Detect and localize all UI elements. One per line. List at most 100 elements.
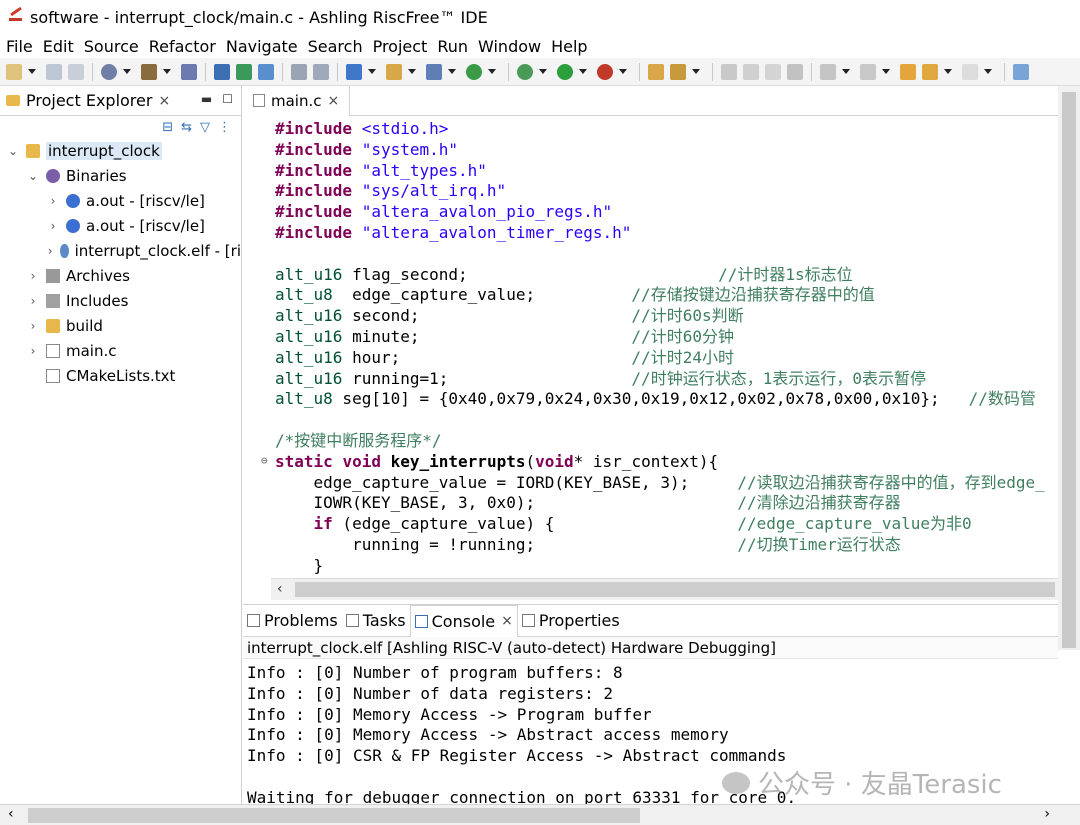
tab-tasks[interactable]: Tasks: [342, 605, 410, 637]
build-dropdown-icon[interactable]: [163, 69, 171, 74]
editor-horizontal-scrollbar[interactable]: ‹: [271, 578, 1058, 600]
code-area[interactable]: #include <stdio.h> #include "system.h" #in…: [243, 116, 1058, 578]
scroll-left-icon[interactable]: ‹: [8, 806, 14, 822]
prev-annotation-icon[interactable]: [860, 63, 876, 80]
chevron-right-icon[interactable]: ›: [26, 319, 40, 333]
settings-icon[interactable]: [101, 63, 117, 80]
chevron-right-icon[interactable]: ›: [46, 244, 54, 258]
back-icon[interactable]: [922, 63, 938, 80]
menu-navigate[interactable]: Navigate: [226, 37, 298, 56]
new-project-dropdown-icon[interactable]: [368, 69, 376, 74]
new-folder-icon[interactable]: [386, 63, 402, 80]
scroll-thumb[interactable]: [1062, 92, 1076, 648]
chevron-right-icon[interactable]: ›: [26, 269, 40, 283]
fold-collapse-icon[interactable]: ⊖: [261, 454, 268, 467]
run-dropdown-icon[interactable]: [579, 69, 587, 74]
new-folder-dropdown-icon[interactable]: [408, 69, 416, 74]
last-edit-icon[interactable]: [900, 63, 916, 80]
link-icon[interactable]: [258, 63, 274, 80]
tree-item-main-c[interactable]: › main.c: [0, 338, 241, 363]
scroll-thumb[interactable]: [28, 808, 640, 823]
build-all-icon[interactable]: [181, 63, 197, 80]
collapse-all-icon[interactable]: ⊟: [162, 120, 173, 135]
menu-help[interactable]: Help: [551, 37, 587, 56]
pilcrow-icon[interactable]: [787, 63, 803, 80]
chevron-down-icon[interactable]: ⌄: [26, 169, 40, 183]
open-type-icon[interactable]: [648, 63, 664, 80]
tree-item-includes[interactable]: › Includes: [0, 288, 241, 313]
debug-bug-icon[interactable]: [517, 63, 533, 80]
tree-item-build[interactable]: › build: [0, 313, 241, 338]
maximize-icon[interactable]: ☐: [222, 92, 233, 106]
prev-annotation-dropdown-icon[interactable]: [882, 69, 890, 74]
forward-dropdown-icon[interactable]: [984, 69, 992, 74]
save-icon[interactable]: [46, 63, 62, 80]
scroll-right-icon[interactable]: ›: [1044, 806, 1050, 822]
scroll-left-icon[interactable]: ‹: [277, 581, 283, 597]
new-project-icon[interactable]: [346, 63, 362, 80]
chevron-right-icon[interactable]: ›: [26, 344, 40, 358]
new-icon[interactable]: [6, 63, 22, 80]
link-with-editor-icon[interactable]: ⇆: [181, 120, 192, 135]
tree-item-archives[interactable]: › Archives: [0, 263, 241, 288]
editor-vertical-scrollbar[interactable]: [1058, 86, 1080, 650]
menu-file[interactable]: File: [6, 37, 33, 56]
block-select-icon[interactable]: [743, 63, 759, 80]
new-dropdown-icon[interactable]: [28, 69, 36, 74]
chevron-right-icon[interactable]: ›: [46, 194, 60, 208]
new-file-dropdown-icon[interactable]: [448, 69, 456, 74]
next-annotation-icon[interactable]: [820, 63, 836, 80]
close-icon[interactable]: ×: [158, 93, 170, 109]
debug-connect-icon[interactable]: [236, 63, 252, 80]
forward-icon[interactable]: [962, 63, 978, 80]
close-icon[interactable]: ×: [501, 613, 513, 629]
menu-search[interactable]: Search: [308, 37, 363, 56]
menu-edit[interactable]: Edit: [43, 37, 74, 56]
tab-problems[interactable]: Problems: [243, 605, 342, 637]
tree-item-binaries[interactable]: ⌄ Binaries: [0, 163, 241, 188]
next-annotation-dropdown-icon[interactable]: [842, 69, 850, 74]
terminal-icon[interactable]: [214, 63, 230, 80]
save-all-icon[interactable]: [68, 63, 84, 80]
tree-item-a-out[interactable]: › a.out - [riscv/le]: [0, 213, 241, 238]
close-icon[interactable]: ×: [328, 93, 340, 109]
edit-pencil-icon[interactable]: [721, 63, 737, 80]
refresh-icon[interactable]: [466, 63, 482, 80]
tree-item-interrupt-clock[interactable]: ⌄ interrupt_clock: [0, 138, 241, 163]
menu-refactor[interactable]: Refactor: [149, 37, 216, 56]
step-icon[interactable]: [291, 63, 307, 80]
settings-dropdown-icon[interactable]: [123, 69, 131, 74]
tree-item-a-out[interactable]: › a.out - [riscv/le]: [0, 188, 241, 213]
search-dropdown-icon[interactable]: [692, 69, 700, 74]
debug-dropdown-icon[interactable]: [539, 69, 547, 74]
view-menu-icon[interactable]: ⋮: [218, 120, 231, 135]
new-file-icon[interactable]: [426, 63, 442, 80]
run-icon[interactable]: [557, 63, 573, 80]
chevron-right-icon[interactable]: ›: [26, 294, 40, 308]
chevron-right-icon[interactable]: ›: [46, 219, 60, 233]
back-dropdown-icon[interactable]: [944, 69, 952, 74]
refresh-dropdown-icon[interactable]: [488, 69, 496, 74]
open-perspective-icon[interactable]: [1013, 63, 1029, 80]
tab-properties[interactable]: Properties: [518, 605, 624, 637]
build-hammer-icon[interactable]: [141, 63, 157, 80]
menu-project[interactable]: Project: [373, 37, 428, 56]
grid-icon[interactable]: [313, 63, 329, 80]
tree-item-interrupt-clock-elf[interactable]: › interrupt_clock.elf - [ri: [0, 238, 241, 263]
horizontal-scrollbar[interactable]: ‹ ›: [0, 804, 1080, 825]
scroll-thumb[interactable]: [295, 582, 1055, 597]
tree-item-cmakelists[interactable]: CMakeLists.txt: [0, 363, 241, 388]
external-tools-dropdown-icon[interactable]: [619, 69, 627, 74]
menu-window[interactable]: Window: [478, 37, 541, 56]
menu-run[interactable]: Run: [437, 37, 468, 56]
chevron-down-icon[interactable]: ⌄: [6, 144, 20, 158]
minimize-icon[interactable]: ▬: [201, 92, 212, 106]
filter-icon[interactable]: ▽: [200, 120, 210, 135]
tab-console[interactable]: Console ×: [409, 604, 518, 637]
project-explorer-tab[interactable]: Project Explorer × ▬ ☐: [0, 86, 241, 116]
external-tools-icon[interactable]: [597, 63, 613, 80]
tab-main-c[interactable]: main.c ×: [243, 85, 351, 116]
show-whitespace-icon[interactable]: [765, 63, 781, 80]
search-wand-icon[interactable]: [670, 63, 686, 80]
menu-source[interactable]: Source: [84, 37, 139, 56]
